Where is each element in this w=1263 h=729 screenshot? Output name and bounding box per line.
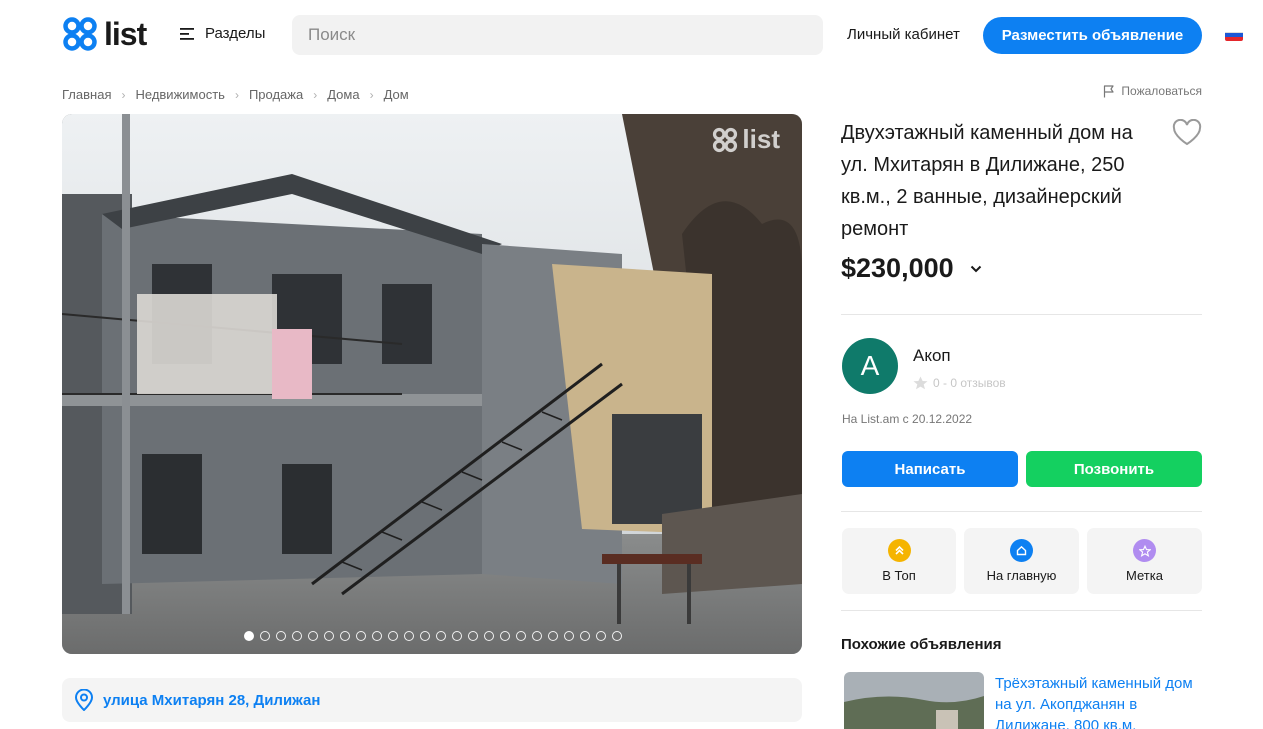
breadcrumb-item-sale[interactable]: Продажа: [249, 87, 303, 102]
post-ad-button[interactable]: Разместить объявление: [983, 17, 1202, 54]
gallery-dot[interactable]: [420, 631, 430, 641]
similar-listing-image: [844, 672, 984, 729]
header: list Разделы Личный кабинет Разместить о…: [0, 0, 1263, 70]
chevron-right-icon: ›: [234, 87, 239, 102]
gallery-dot[interactable]: [260, 631, 270, 641]
promo-top-button[interactable]: В Топ: [842, 528, 956, 594]
gallery-dot[interactable]: [292, 631, 302, 641]
promo-tag-label: Метка: [1126, 568, 1163, 583]
gallery-dot[interactable]: [516, 631, 526, 641]
logo[interactable]: list: [62, 16, 147, 52]
price-value: $230,000: [841, 253, 954, 283]
breadcrumb-item-houses[interactable]: Дома: [327, 87, 359, 102]
seller-avatar[interactable]: А: [842, 338, 898, 394]
logo-text: list: [104, 16, 147, 52]
gallery-dot[interactable]: [500, 631, 510, 641]
gallery-dot[interactable]: [436, 631, 446, 641]
gallery-dot[interactable]: [452, 631, 462, 641]
sections-label: Разделы: [205, 25, 266, 42]
member-since: На List.am с 20.12.2022: [842, 412, 973, 426]
chevron-right-icon: ›: [369, 87, 374, 102]
similar-listing-thumbnail[interactable]: [844, 672, 984, 729]
promo-top-label: В Топ: [882, 568, 916, 583]
write-button[interactable]: Написать: [842, 451, 1018, 487]
gallery-dot[interactable]: [564, 631, 574, 641]
similar-listing-title[interactable]: Трёхэтажный каменный дом на ул. Акопджан…: [995, 673, 1200, 729]
chevron-right-icon: ›: [121, 87, 126, 102]
gallery-dot[interactable]: [532, 631, 542, 641]
gallery-dot[interactable]: [372, 631, 382, 641]
divider: [841, 314, 1202, 315]
breadcrumb: Главная › Недвижимость › Продажа › Дома …: [62, 87, 409, 102]
gallery-dot[interactable]: [484, 631, 494, 641]
gallery-dot[interactable]: [356, 631, 366, 641]
breadcrumb-item-house[interactable]: Дом: [384, 87, 409, 102]
promo-home-button[interactable]: На главную: [964, 528, 1079, 594]
gallery-dot[interactable]: [324, 631, 334, 641]
russian-flag-icon[interactable]: [1225, 28, 1243, 41]
divider: [841, 610, 1202, 611]
promo-home-label: На главную: [986, 568, 1057, 583]
gallery-dot[interactable]: [388, 631, 398, 641]
star-icon: [913, 376, 928, 390]
flag-icon: [1104, 84, 1115, 97]
gallery-dot[interactable]: [468, 631, 478, 641]
logo-icon: [63, 17, 97, 51]
gallery-dot[interactable]: [612, 631, 622, 641]
sections-menu-button[interactable]: Разделы: [180, 25, 265, 42]
gallery-dot[interactable]: [340, 631, 350, 641]
star-icon: [1133, 539, 1156, 562]
rating-text: 0 - 0 отзывов: [933, 376, 1006, 390]
heart-icon: [1172, 118, 1202, 146]
similar-listings-title: Похожие объявления: [841, 636, 1002, 653]
gallery-dot[interactable]: [548, 631, 558, 641]
favorite-button[interactable]: [1172, 118, 1202, 152]
seller-rating: 0 - 0 отзывов: [913, 376, 1006, 390]
seller-name[interactable]: Акоп: [913, 346, 951, 366]
gallery-dot[interactable]: [596, 631, 606, 641]
watermark-text: list: [742, 124, 780, 154]
gallery-pagination: [244, 631, 622, 641]
price: $230,000: [841, 253, 982, 284]
gallery-dot[interactable]: [244, 631, 254, 641]
breadcrumb-item-realty[interactable]: Недвижимость: [135, 87, 224, 102]
call-button[interactable]: Позвонить: [1026, 451, 1202, 487]
gallery-dot[interactable]: [580, 631, 590, 641]
chevron-right-icon: ›: [313, 87, 318, 102]
gallery-dot[interactable]: [308, 631, 318, 641]
logo-watermark-icon: [713, 127, 738, 152]
gallery-dot[interactable]: [276, 631, 286, 641]
list-watermark: list: [712, 124, 780, 155]
chevron-down-icon[interactable]: [970, 265, 982, 273]
double-chevron-up-icon: [887, 539, 911, 562]
search-input[interactable]: [292, 15, 823, 55]
promo-tag-button[interactable]: Метка: [1087, 528, 1202, 594]
address-bar[interactable]: улица Мхитарян 28, Дилижан: [62, 678, 802, 722]
listing-title: Двухэтажный каменный дом на ул. Мхитарян…: [841, 122, 1133, 240]
address-text[interactable]: улица Мхитарян 28, Дилижан: [103, 692, 320, 709]
report-label: Пожаловаться: [1121, 84, 1202, 98]
gallery-dot[interactable]: [404, 631, 414, 641]
report-button[interactable]: Пожаловаться: [1103, 84, 1202, 98]
breadcrumb-item-home[interactable]: Главная: [62, 87, 111, 102]
personal-cabinet-link[interactable]: Личный кабинет: [847, 26, 960, 43]
location-pin-icon: [74, 689, 94, 711]
home-icon: [1010, 539, 1033, 562]
menu-icon: [180, 27, 194, 40]
house-photo-image: [62, 114, 802, 654]
divider: [841, 511, 1202, 512]
listing-photo[interactable]: list: [62, 114, 802, 654]
